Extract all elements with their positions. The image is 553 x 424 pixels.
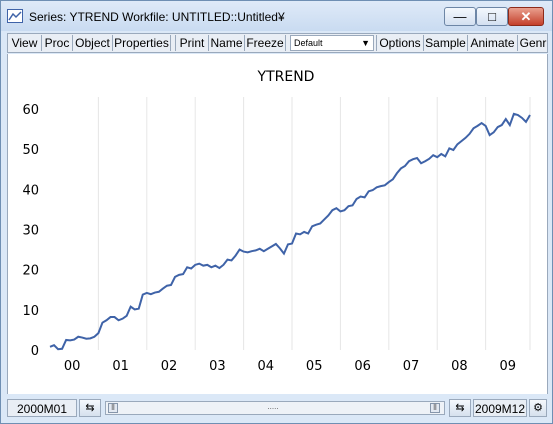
- series-toolbar: View Proc Object Properties Print Name F…: [7, 33, 548, 53]
- y-axis-ticks: 0 10 20 30 40 50 60: [22, 103, 39, 359]
- scroll-right-button[interactable]: ⇆: [449, 399, 471, 417]
- line-chart: YTREND 0102030405060 00 01 02 03 04 05 06 07 08 0…: [22, 69, 531, 374]
- y-tick-label: 50: [22, 143, 39, 158]
- x-tick-label: 09: [500, 359, 517, 374]
- close-icon: ✕: [520, 9, 532, 24]
- chart-title: YTREND: [257, 69, 315, 85]
- title-bar[interactable]: Series: YTREND Workfile: UNTITLED::Untit…: [1, 1, 552, 31]
- graph-template-select[interactable]: Default ▼: [290, 35, 374, 51]
- scroll-left-button[interactable]: ⇆: [79, 399, 101, 417]
- minimize-button[interactable]: —: [444, 7, 476, 26]
- options-button[interactable]: Options: [376, 35, 424, 51]
- x-tick-label: 05: [306, 359, 323, 374]
- name-button[interactable]: Name: [209, 35, 245, 51]
- view-button[interactable]: View: [8, 35, 42, 51]
- object-button[interactable]: Object: [73, 35, 113, 51]
- x-axis-ticks: 00 01 02 03 04 05 06 07 08 09: [64, 359, 516, 374]
- sample-slider-range[interactable]: .....: [120, 403, 426, 413]
- y-tick-label: 10: [22, 304, 39, 319]
- chart-panel: YTREND 0 10 20 30 40 50 60 00 01 02 03 04 05 06 07 08 0…: [7, 54, 548, 394]
- proc-button[interactable]: Proc: [42, 35, 73, 51]
- properties-button[interactable]: Properties: [113, 35, 171, 51]
- graph-template-value: Default: [294, 38, 323, 48]
- chevron-down-icon: ▼: [361, 38, 370, 48]
- maximize-button[interactable]: □: [476, 7, 508, 26]
- series-window: Series: YTREND Workfile: UNTITLED::Untit…: [0, 0, 553, 424]
- x-tick-label: 04: [258, 359, 275, 374]
- freeze-button[interactable]: Freeze: [245, 35, 286, 51]
- sample-status-bar: 2000M01 ⇆ ⦀ ..... ⦀ ⇆ 2009M12 ⚙: [7, 397, 548, 419]
- x-tick-label: 01: [112, 359, 129, 374]
- x-tick-label: 02: [161, 359, 178, 374]
- y-tick-label: 0: [31, 344, 39, 359]
- animate-button[interactable]: Animate: [468, 35, 518, 51]
- y-tick-label: 40: [22, 183, 39, 198]
- x-tick-label: 03: [209, 359, 226, 374]
- window-title: Series: YTREND Workfile: UNTITLED::Untit…: [29, 10, 285, 24]
- y-tick-label: 60: [22, 103, 39, 118]
- x-tick-label: 08: [451, 359, 468, 374]
- series-line-ytrend: [49, 112, 531, 351]
- print-button[interactable]: Print: [176, 35, 209, 51]
- sample-start-label: 2000M01: [7, 399, 77, 417]
- sample-end-label: 2009M12: [473, 399, 527, 417]
- minimize-icon: —: [453, 9, 467, 24]
- y-tick-label: 30: [22, 224, 39, 239]
- sample-slider-track[interactable]: ⦀ ..... ⦀: [105, 401, 445, 415]
- gear-icon[interactable]: ⚙: [529, 399, 547, 417]
- close-button[interactable]: ✕: [508, 7, 544, 26]
- chart-grid: [97, 97, 531, 350]
- y-tick-label: 20: [22, 264, 39, 279]
- genr-button[interactable]: Genr: [518, 35, 548, 51]
- line-chart-icon: [7, 9, 23, 23]
- sample-start-handle[interactable]: ⦀: [108, 403, 118, 413]
- sample-end-handle[interactable]: ⦀: [430, 403, 440, 413]
- x-tick-label: 00: [64, 359, 81, 374]
- maximize-icon: □: [488, 9, 496, 24]
- x-tick-label: 06: [354, 359, 371, 374]
- sample-button[interactable]: Sample: [424, 35, 468, 51]
- x-tick-label: 07: [403, 359, 420, 374]
